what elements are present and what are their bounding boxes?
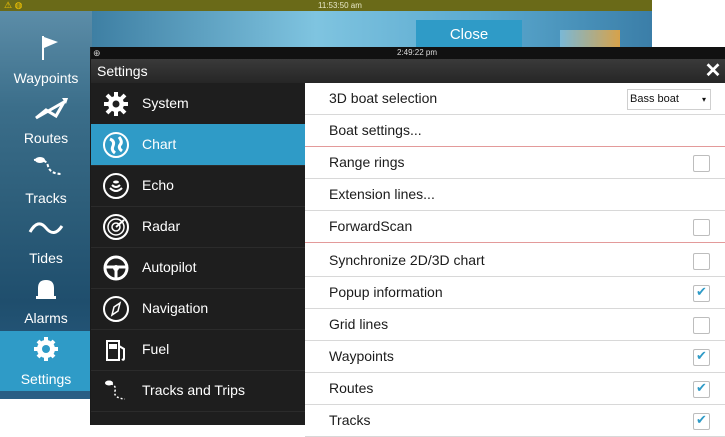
category-label: Navigation xyxy=(142,300,209,316)
dialog-title-bar: Settings ✕ xyxy=(91,59,725,83)
warning-icon: ⚠ ◍ xyxy=(4,0,23,10)
dialog-title: Settings xyxy=(97,63,148,79)
settings-dialog: ⊕ 2:49:22 pm Settings ✕ System Chart Ech… xyxy=(91,47,725,437)
option-label: Range rings xyxy=(329,154,405,170)
chart-globe-icon xyxy=(103,132,129,158)
range-rings-checkbox[interactable] xyxy=(693,155,710,172)
option-grid-lines[interactable]: Grid lines xyxy=(305,309,725,341)
category-echo[interactable]: Echo xyxy=(91,165,305,207)
option-label: Popup information xyxy=(329,284,443,300)
radar-icon xyxy=(103,214,129,240)
flag-icon xyxy=(42,36,58,60)
boat-select-dropdown[interactable]: Bass boat ▾ xyxy=(627,89,711,110)
gear-icon xyxy=(104,92,128,116)
category-tracks-and-trips[interactable]: Tracks and Trips xyxy=(91,370,305,412)
category-label: Tracks and Trips xyxy=(142,382,245,398)
gear-icon xyxy=(34,337,58,361)
routes-checkbox[interactable] xyxy=(693,380,710,398)
option-tracks[interactable]: Tracks xyxy=(305,405,725,437)
option-3d-boat-selection: 3D boat selection Bass boat ▾ xyxy=(305,83,725,115)
category-label: Chart xyxy=(142,136,177,152)
nav-item-settings[interactable]: Settings xyxy=(0,331,92,391)
steering-wheel-icon xyxy=(103,255,129,281)
chevron-down-icon: ▾ xyxy=(701,95,706,104)
option-boat-settings[interactable]: Boat settings... xyxy=(305,115,725,147)
forwardscan-checkbox[interactable] xyxy=(693,219,710,236)
option-extension-lines[interactable]: Extension lines... xyxy=(305,179,725,211)
status-icon: ⊕ xyxy=(93,48,101,58)
category-label: Echo xyxy=(142,177,174,193)
settings-category-list: System Chart Echo Radar Autopilot Naviga… xyxy=(91,83,305,425)
bell-icon xyxy=(36,280,56,299)
background-clock: 11:53:50 am xyxy=(318,1,362,10)
main-nav-sidebar: Waypoints Routes Tracks Tides Alarms Set… xyxy=(0,11,92,399)
background-status-bar: ⚠ ◍ 11:53:50 am xyxy=(0,0,652,11)
routes-icon xyxy=(35,97,69,120)
waypoints-checkbox[interactable] xyxy=(693,348,710,366)
option-popup-information[interactable]: Popup information xyxy=(305,277,725,309)
category-navigation[interactable]: Navigation xyxy=(91,288,305,330)
option-waypoints[interactable]: Waypoints xyxy=(305,341,725,373)
category-label: Radar xyxy=(142,218,181,234)
dialog-status-bar: ⊕ 2:49:22 pm xyxy=(91,47,725,59)
nav-item-tides[interactable]: Tides xyxy=(0,210,92,270)
option-label: Waypoints xyxy=(329,348,394,364)
option-synchronize-2d-3d[interactable]: Synchronize 2D/3D chart xyxy=(305,245,725,277)
grid-lines-checkbox[interactable] xyxy=(693,317,710,334)
option-label: Tracks xyxy=(329,412,371,428)
chart-settings-list: 3D boat selection Bass boat ▾ Boat setti… xyxy=(305,83,725,437)
tracks-icon xyxy=(105,380,126,400)
nav-label: Routes xyxy=(23,130,69,146)
category-chart[interactable]: Chart xyxy=(91,124,305,166)
close-icon[interactable]: ✕ xyxy=(704,61,722,81)
category-system[interactable]: System xyxy=(91,83,305,125)
option-label: Synchronize 2D/3D chart xyxy=(329,252,485,268)
nav-label: Tracks xyxy=(25,190,67,206)
category-label: Autopilot xyxy=(142,259,197,275)
synchronize-checkbox[interactable] xyxy=(693,253,710,270)
option-range-rings[interactable]: Range rings xyxy=(305,147,725,179)
popup-information-checkbox[interactable] xyxy=(693,284,710,302)
tide-wave-icon xyxy=(28,222,64,234)
category-fuel[interactable]: Fuel xyxy=(91,329,305,371)
nav-label: Alarms xyxy=(24,310,68,326)
fuel-pump-icon xyxy=(106,340,125,361)
tracks-checkbox[interactable] xyxy=(693,412,710,430)
nav-label: Tides xyxy=(29,250,63,266)
nav-item-waypoints[interactable]: Waypoints xyxy=(0,30,92,90)
dialog-clock: 2:49:22 pm xyxy=(397,48,438,57)
category-label: System xyxy=(142,95,189,111)
category-autopilot[interactable]: Autopilot xyxy=(91,247,305,289)
dropdown-value: Bass boat xyxy=(630,93,679,105)
echo-icon xyxy=(103,173,129,199)
nav-label: Waypoints xyxy=(13,70,79,86)
option-label: Grid lines xyxy=(329,316,389,332)
nav-item-alarms[interactable]: Alarms xyxy=(0,270,92,330)
option-label: ForwardScan xyxy=(329,218,413,234)
compass-icon xyxy=(103,296,129,322)
option-forwardscan[interactable]: ForwardScan xyxy=(305,211,725,243)
category-label: Fuel xyxy=(142,341,170,357)
option-label: Boat settings... xyxy=(329,122,422,138)
category-radar[interactable]: Radar xyxy=(91,206,305,248)
option-label: Routes xyxy=(329,380,374,396)
option-label: Extension lines... xyxy=(329,186,435,202)
nav-label: Settings xyxy=(20,371,72,387)
option-routes[interactable]: Routes xyxy=(305,373,725,405)
nav-item-tracks[interactable]: Tracks xyxy=(0,150,92,210)
tracks-icon xyxy=(33,157,63,175)
nav-item-routes[interactable]: Routes xyxy=(0,90,92,150)
option-label: 3D boat selection xyxy=(329,90,438,106)
